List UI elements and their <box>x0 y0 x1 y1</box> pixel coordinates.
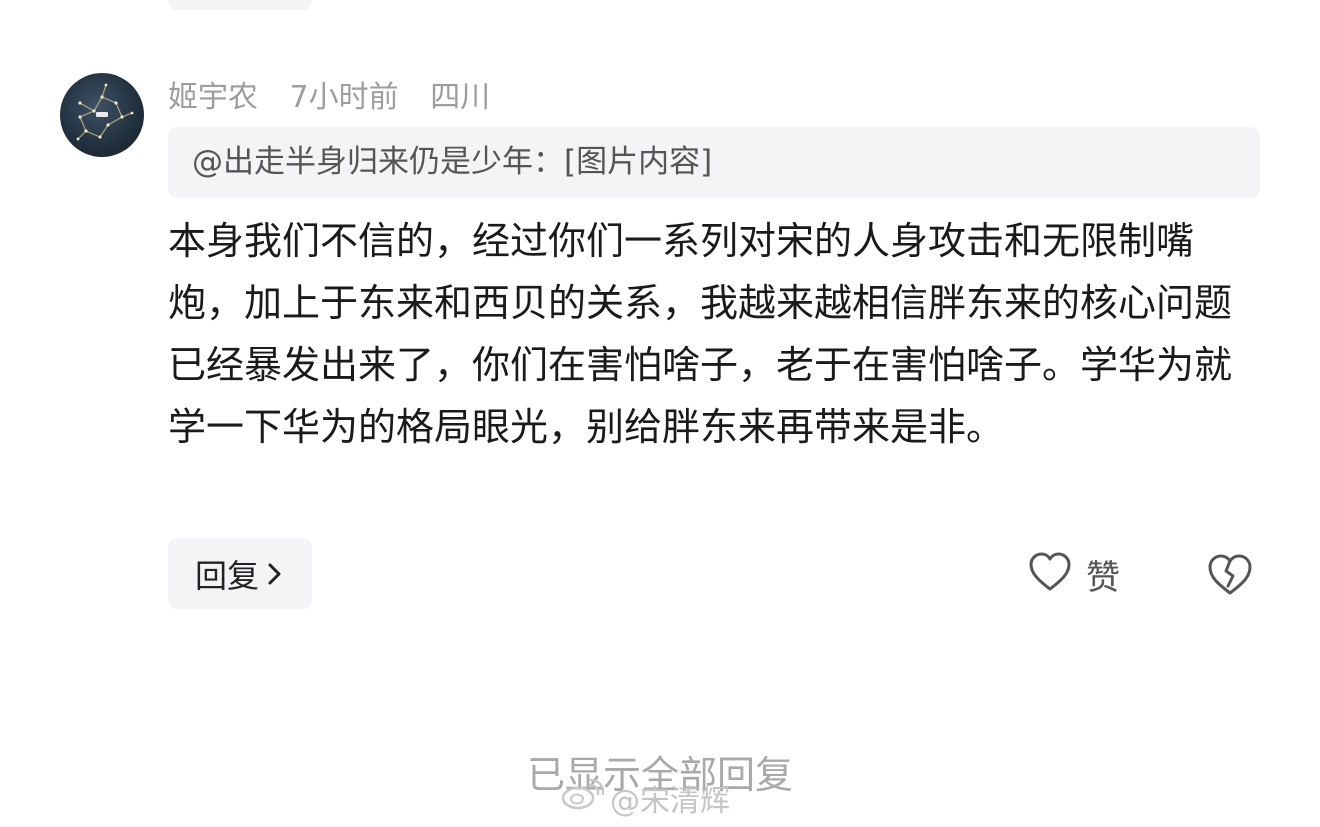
comment-body: 本身我们不信的，经过你们一系列对宋的人身攻击和无限制嘴炮，加上于东来和西贝的关系… <box>168 219 1233 449</box>
comment-location: 四川 <box>430 80 491 115</box>
reply-label: 回复 <box>194 556 259 595</box>
author-name[interactable]: 姬宇农 <box>168 80 258 115</box>
watermark: @宋清辉 <box>560 777 730 819</box>
weibo-logo-icon <box>560 777 610 819</box>
avatar[interactable] <box>60 73 144 157</box>
comment-time: 7小时前 <box>289 80 399 115</box>
previous-reply-button-edge[interactable] <box>168 0 312 10</box>
constellation-avatar-icon <box>76 83 134 141</box>
watermark-text: @宋清辉 <box>610 784 730 819</box>
comment-reply-page: 姬宇农 7小时前 四川 @出走半身归来仍是少年：[图片内容] 本身我们不信的，经… <box>0 0 1320 827</box>
like-label: 赞 <box>1086 557 1120 598</box>
quoted-reply[interactable]: @出走半身归来仍是少年：[图片内容] <box>168 127 1260 198</box>
quoted-reply-text: @出走半身归来仍是少年：[图片内容] <box>192 144 713 180</box>
chevron-right-icon <box>265 560 285 588</box>
heart-outline-icon <box>1028 551 1072 597</box>
broken-heart-icon[interactable] <box>1207 552 1253 598</box>
comment-meta: 姬宇农 7小时前 四川 <box>168 76 512 120</box>
like-button[interactable]: 赞 <box>1028 548 1120 600</box>
reply-button[interactable]: 回复 <box>168 538 312 609</box>
